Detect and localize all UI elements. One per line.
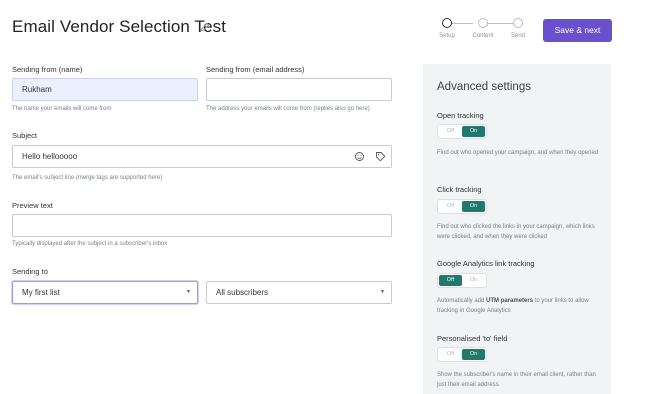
step-send-dot[interactable] [513,18,523,28]
open-tracking-toggle[interactable]: Off On [437,124,487,139]
ga-tracking-desc: Automatically add UTM parameters to your… [437,296,605,316]
toggle-on-option[interactable]: On [462,201,485,212]
list-select[interactable]: My first list ▼ [12,281,198,304]
preview-help: Typically displayed after the subject in… [12,241,168,247]
ga-tracking-toggle[interactable]: Off On [437,273,487,288]
step-content-dot[interactable] [478,18,488,28]
progress-stepper: Setup Content Send [437,16,537,42]
personalised-to-desc: Show the subscriber's name in their emai… [437,372,596,388]
advanced-settings-panel: Advanced settings Open tracking Off On F… [423,64,611,394]
open-tracking-desc: Find out who opened your campaign, and w… [437,150,599,156]
step-setup-label: Setup [439,33,455,39]
from-email-label: Sending from (email address) [206,65,305,74]
subject-input[interactable]: Hello hellooooo [12,145,392,168]
personalised-to-label: Personalised 'to' field [437,334,508,343]
sending-to-label: Sending to [12,267,48,276]
ga-desc-pre: Automatically add [437,298,487,304]
toggle-off-option[interactable]: Off [439,201,462,212]
page-title: Email Vendor Selection Test [12,17,227,36]
personalised-to-toggle[interactable]: Off On [437,347,487,362]
toggle-off-option[interactable]: Off [439,349,462,360]
subject-label: Subject [12,131,38,140]
step-connector [452,23,473,24]
preview-input[interactable] [12,214,392,237]
click-tracking-toggle[interactable]: Off On [437,199,487,214]
from-email-help: The address your emails will come from (… [206,106,370,112]
toggle-off-option[interactable]: Off [439,275,462,286]
subject-help: The email's subject line (merge tags are… [12,175,163,181]
segment-select-value: All subscribers [216,288,269,297]
chevron-down-icon: ▼ [380,289,385,295]
ga-desc-bold: UTM parameters [486,298,534,304]
step-content-label: Content [472,33,494,39]
from-name-input[interactable]: Rukham [12,78,198,101]
step-send-label: Send [510,33,526,39]
step-connector [488,23,513,24]
pencil-icon[interactable] [199,21,211,33]
step-setup-dot[interactable] [442,18,452,28]
toggle-on-option[interactable]: On [462,349,485,360]
segment-select[interactable]: All subscribers ▼ [206,281,392,304]
tag-icon[interactable] [375,151,386,162]
click-tracking-desc: Find out who clicked the links in your c… [437,224,595,240]
from-email-input[interactable] [206,78,392,101]
toggle-off-option[interactable]: Off [439,126,462,137]
panel-title: Advanced settings [437,81,531,93]
subject-value: Hello hellooooo [22,152,78,161]
list-select-value: My first list [22,288,60,297]
toggle-on-option[interactable]: On [462,275,485,286]
save-next-button[interactable]: Save & next [543,19,612,42]
toggle-on-option[interactable]: On [462,126,485,137]
click-tracking-label: Click tracking [437,185,482,194]
from-name-help: The name your emails will come from [12,106,112,112]
emoji-icon[interactable] [354,151,365,162]
ga-tracking-label: Google Analytics link tracking [437,259,535,268]
from-name-label: Sending from (name) [12,65,83,74]
open-tracking-label: Open tracking [437,111,484,120]
chevron-down-icon: ▼ [186,289,191,295]
preview-label: Preview text [12,201,53,210]
